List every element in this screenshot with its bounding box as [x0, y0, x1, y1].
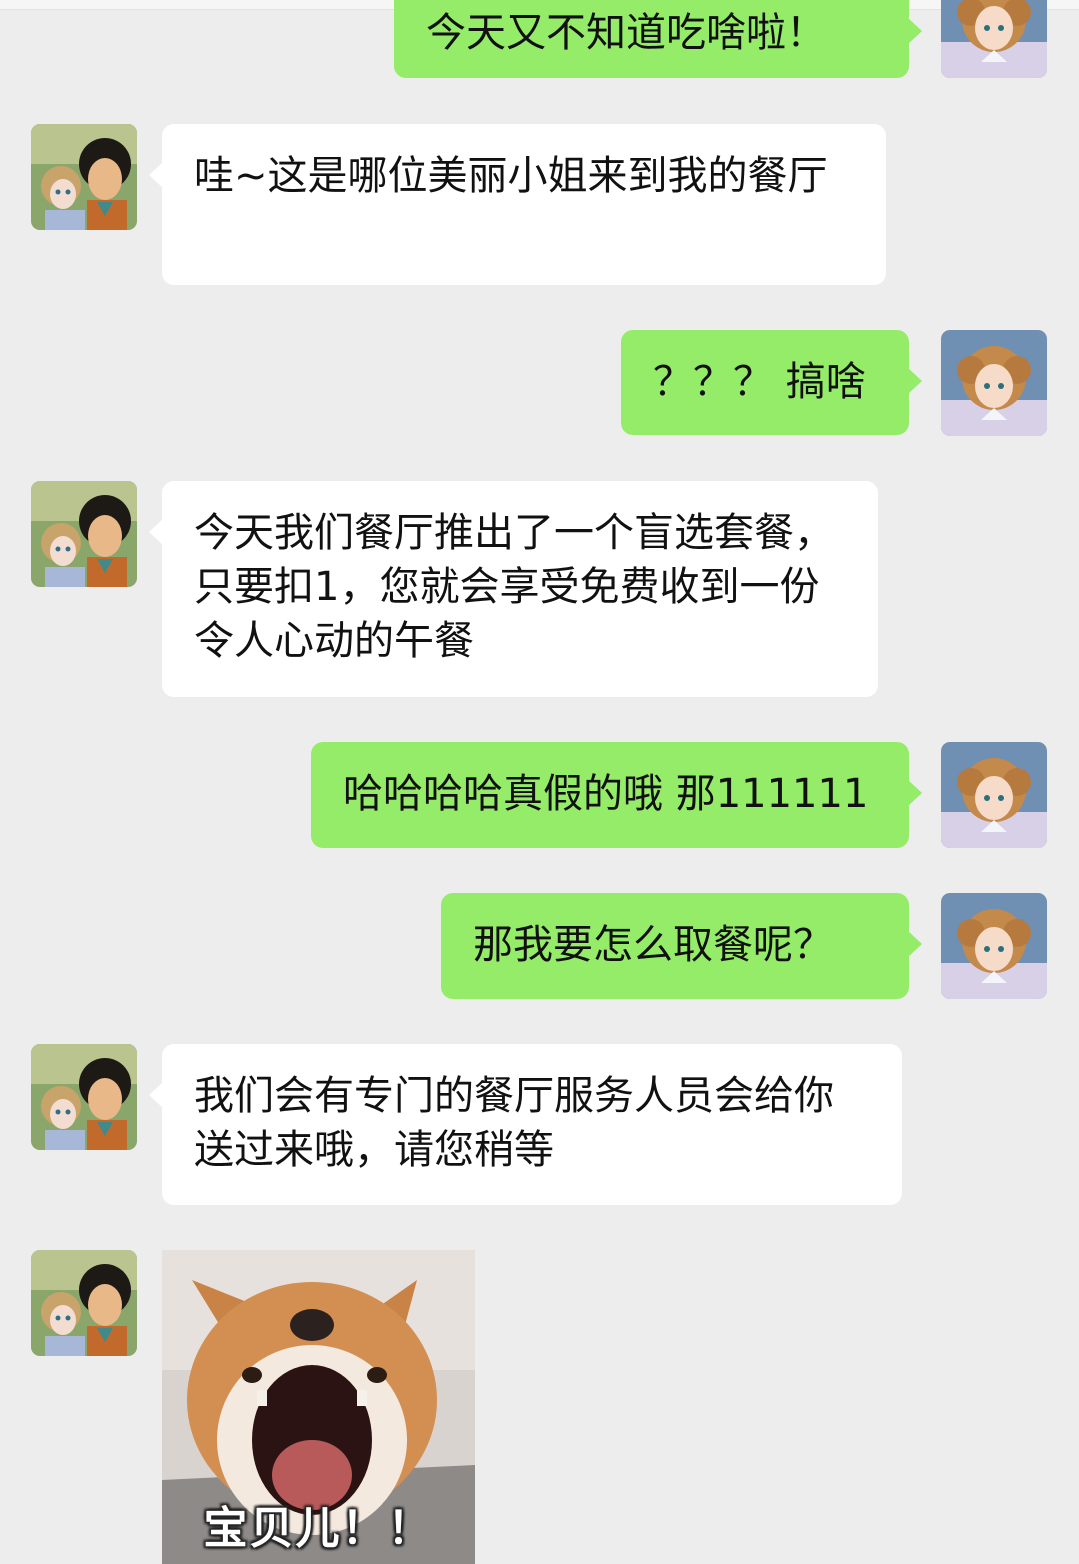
- girl-avatar-icon[interactable]: [941, 893, 1047, 999]
- shiba-sticker-image[interactable]: 宝贝儿！！: [162, 1250, 475, 1564]
- message-bubble-outgoing[interactable]: ？？？ 搞啥: [621, 330, 922, 435]
- message-bubble-outgoing[interactable]: 哈哈哈哈真假的哦 那111111: [311, 742, 922, 848]
- sticker-caption: 宝贝儿！！: [203, 1503, 434, 1554]
- message-bubble-outgoing[interactable]: 今天又不知道吃啥啦！: [394, 0, 922, 78]
- message-bubble-incoming[interactable]: 我们会有专门的餐厅服务人员会给你送过来哦，请您稍等: [149, 1044, 902, 1205]
- message-bubble-incoming[interactable]: 哇~这是哪位美丽小姐来到我的餐厅: [149, 124, 886, 285]
- couple-avatar-icon[interactable]: [31, 1044, 137, 1150]
- couple-avatar-icon[interactable]: [31, 1250, 137, 1356]
- girl-avatar-icon[interactable]: [941, 0, 1047, 78]
- girl-avatar-icon[interactable]: [941, 742, 1047, 848]
- couple-avatar-icon[interactable]: [31, 481, 137, 587]
- message-bubble-outgoing[interactable]: 那我要怎么取餐呢？: [441, 893, 922, 999]
- couple-avatar-icon[interactable]: [31, 124, 137, 230]
- message-bubble-incoming[interactable]: 今天我们餐厅推出了一个盲选套餐，只要扣1，您就会享受免费收到一份令人心动的午餐: [149, 481, 878, 697]
- girl-avatar-icon[interactable]: [941, 330, 1047, 436]
